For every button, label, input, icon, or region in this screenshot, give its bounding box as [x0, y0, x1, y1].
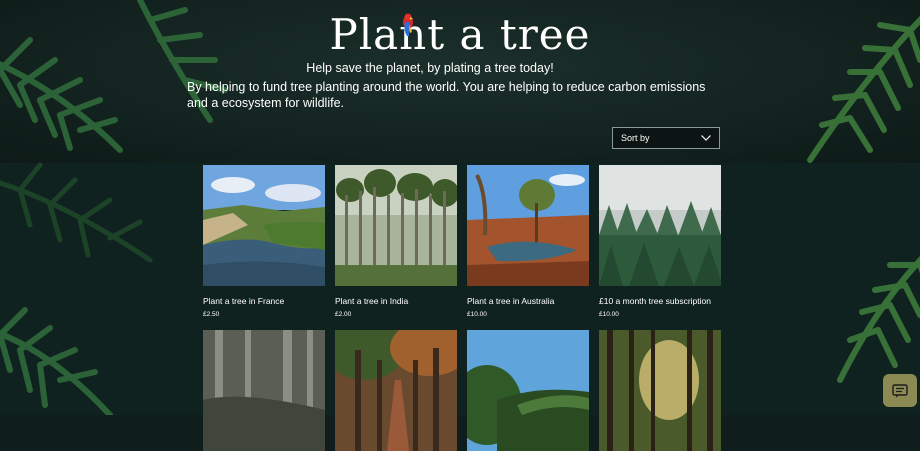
product-card[interactable] [467, 330, 589, 451]
product-name[interactable]: Plant a tree in India [335, 296, 475, 306]
page-description: By helping to fund tree planting around … [187, 80, 706, 110]
product-price: £10.00 [599, 311, 619, 318]
product-price: £10.00 [467, 311, 487, 318]
product-image-india-forest[interactable] [335, 165, 457, 286]
product-card[interactable] [335, 330, 457, 451]
product-image-green-valley[interactable] [467, 330, 589, 451]
product-image-misty-forest[interactable] [599, 165, 721, 286]
product-card[interactable]: £10 a month tree subscription £10.00 [599, 165, 721, 318]
product-card[interactable]: Plant a tree in India £2.00 [335, 165, 457, 318]
product-name[interactable]: £10 a month tree subscription [599, 296, 739, 306]
parrot-icon [403, 13, 413, 36]
product-card[interactable]: Plant a tree in Australia £10.00 [467, 165, 589, 318]
product-price: £2.50 [203, 311, 220, 318]
chat-button[interactable] [883, 374, 917, 407]
sort-by-label: Sort by [621, 133, 650, 143]
chat-icon [892, 383, 908, 397]
product-card[interactable] [599, 330, 721, 451]
product-name[interactable]: Plant a tree in Australia [467, 296, 607, 306]
sort-by-dropdown[interactable]: Sort by [612, 127, 720, 149]
page-title: Plant a tree [329, 10, 591, 59]
chevron-down-icon [701, 135, 711, 141]
product-name[interactable]: Plant a tree in France [203, 296, 343, 306]
product-image-mossy-forest[interactable] [203, 330, 325, 451]
product-price: £2.00 [335, 311, 352, 318]
product-image-sunlit-forest[interactable] [599, 330, 721, 451]
product-image-autumn-avenue[interactable] [335, 330, 457, 451]
product-image-france-river[interactable] [203, 165, 325, 286]
page-subtitle: Help save the planet, by plating a tree … [306, 61, 554, 75]
product-image-australia-creek[interactable] [467, 165, 589, 286]
product-card[interactable]: Plant a tree in France £2.50 [203, 165, 325, 318]
content-background [0, 163, 920, 415]
product-card[interactable] [203, 330, 325, 451]
